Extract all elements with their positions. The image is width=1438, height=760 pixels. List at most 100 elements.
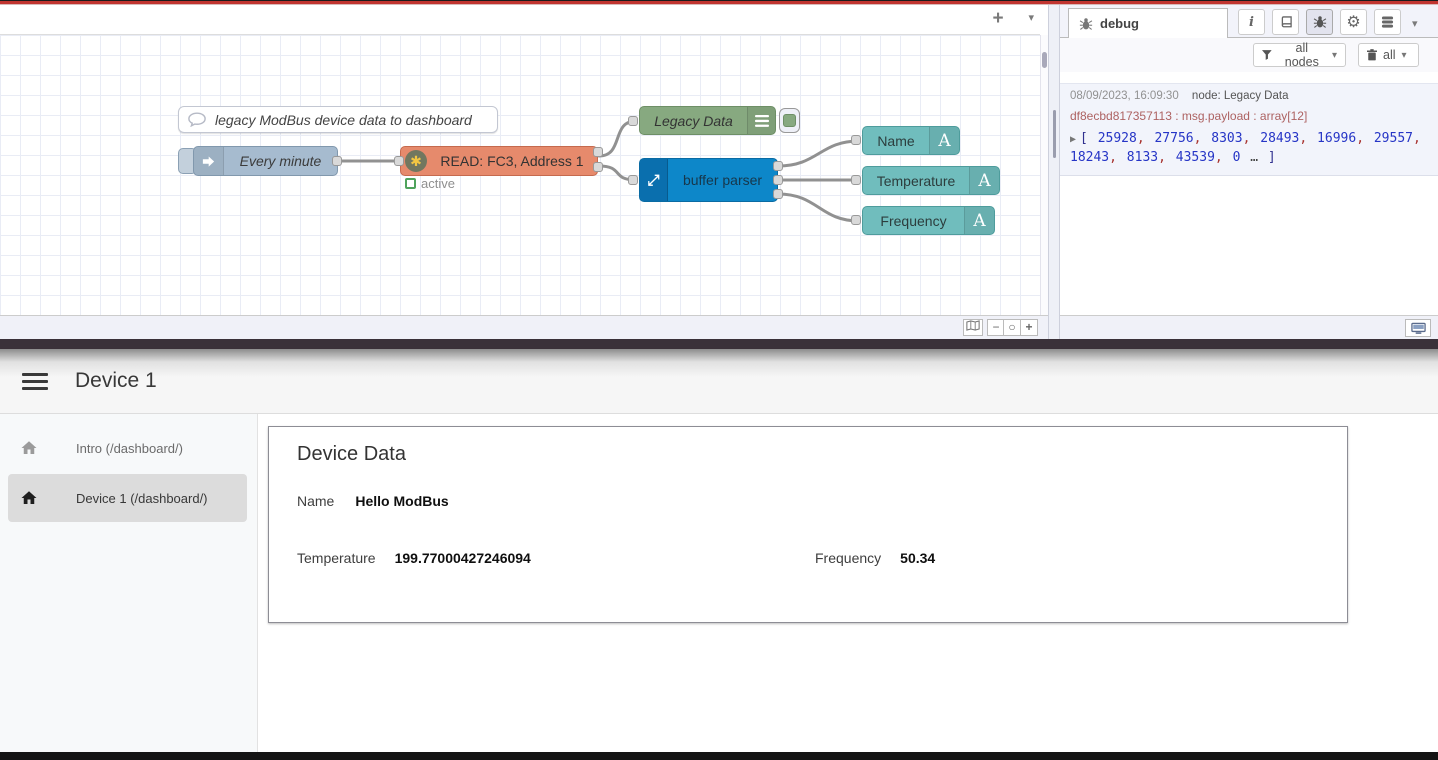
sidebar-item-label: Device 1 (/dashboard/) bbox=[76, 491, 208, 506]
input-port[interactable] bbox=[851, 215, 861, 225]
comment-node[interactable]: legacy ModBus device data to dashboard bbox=[178, 106, 498, 133]
debug-tab-button[interactable] bbox=[1306, 9, 1333, 35]
output-port[interactable] bbox=[773, 175, 783, 185]
scrollbar-thumb[interactable] bbox=[1042, 52, 1047, 68]
input-port[interactable] bbox=[394, 156, 404, 166]
output-port[interactable] bbox=[332, 156, 342, 166]
monitor-icon bbox=[1411, 322, 1426, 335]
config-tab-button[interactable]: ⚙ bbox=[1340, 9, 1367, 35]
menu-hamburger-icon[interactable] bbox=[22, 373, 48, 390]
sidebar-item-intro[interactable]: Intro (/dashboard/) bbox=[8, 424, 247, 472]
open-bracket: [ bbox=[1080, 131, 1088, 146]
debug-source-node: node: Legacy Data bbox=[1192, 90, 1289, 102]
text-a-icon: A bbox=[969, 167, 999, 194]
payload-comma: , bbox=[1215, 150, 1233, 165]
context-tab-button[interactable] bbox=[1374, 9, 1401, 35]
sidebar-resize-handle[interactable] bbox=[1048, 5, 1060, 339]
output-port[interactable] bbox=[593, 147, 603, 157]
sidebar-item-device-1[interactable]: Device 1 (/dashboard/) bbox=[8, 474, 247, 522]
sidebar-tabbar: debug i ⚙ ▾ bbox=[1060, 5, 1438, 38]
bug-icon bbox=[1079, 17, 1093, 31]
funnel-icon bbox=[1262, 50, 1272, 60]
output-port[interactable] bbox=[593, 162, 603, 172]
status-square-icon bbox=[405, 178, 416, 189]
field-frequency: Frequency50.34 bbox=[815, 550, 935, 566]
resize-grip[interactable] bbox=[1053, 110, 1056, 158]
field-value: 50.34 bbox=[900, 550, 935, 566]
output-port[interactable] bbox=[773, 189, 783, 199]
tab-debug-label: debug bbox=[1100, 16, 1139, 31]
filter-nodes-button[interactable]: all nodes ▾ bbox=[1253, 43, 1346, 67]
modbus-status: active bbox=[405, 176, 455, 191]
inject-node[interactable]: Every minute bbox=[193, 146, 338, 176]
debug-message-list: 08/09/2023, 16:09:30 node: Legacy Data d… bbox=[1060, 72, 1438, 315]
info-icon: i bbox=[1249, 15, 1254, 30]
wire[interactable] bbox=[778, 141, 859, 166]
wire[interactable] bbox=[599, 121, 636, 156]
comment-label: legacy ModBus device data to dashboard bbox=[215, 112, 472, 128]
zoom-in-button[interactable]: + bbox=[1020, 319, 1038, 336]
payload-number: 43539 bbox=[1176, 150, 1215, 165]
inject-arrow-icon bbox=[194, 147, 224, 175]
expand-triangle-icon[interactable]: ▶ bbox=[1070, 134, 1076, 145]
tab-debug[interactable]: debug bbox=[1068, 8, 1228, 38]
input-port[interactable] bbox=[628, 116, 638, 126]
output-port[interactable] bbox=[773, 161, 783, 171]
modbus-read-node[interactable]: ✱ READ: FC3, Address 1 bbox=[400, 146, 598, 176]
buffer-parser-node[interactable]: ⤢ buffer parser bbox=[639, 158, 778, 202]
zoom-reset-button[interactable]: ○ bbox=[1003, 319, 1021, 336]
input-port[interactable] bbox=[628, 175, 638, 185]
parser-node-label: buffer parser bbox=[668, 172, 777, 188]
input-port[interactable] bbox=[851, 175, 861, 185]
wire[interactable] bbox=[778, 194, 859, 221]
editor-footer: − ○ + bbox=[0, 315, 1048, 339]
ui-text-node-name[interactable]: Name A bbox=[862, 126, 960, 155]
filter-nodes-label: all nodes bbox=[1278, 41, 1326, 69]
payload-comma: , bbox=[1243, 131, 1261, 146]
add-flow-button[interactable]: + bbox=[986, 7, 1010, 31]
flow-canvas[interactable]: legacy ModBus device data to dashboard E… bbox=[0, 35, 1040, 315]
debug-enable-toggle[interactable] bbox=[779, 108, 800, 133]
payload-comma: , bbox=[1137, 131, 1155, 146]
debug-timestamp: 08/09/2023, 16:09:30 bbox=[1070, 90, 1179, 102]
navigator-map-button[interactable] bbox=[963, 319, 983, 336]
debug-node-legacy-data[interactable]: Legacy Data bbox=[639, 106, 776, 135]
debug-node-label: Legacy Data bbox=[640, 113, 747, 129]
field-value: 199.77000427246094 bbox=[395, 550, 531, 566]
card-title: Device Data bbox=[297, 443, 406, 466]
node-red-dashboard: Device 1 Intro (/dashboard/) Device 1 (/… bbox=[0, 349, 1438, 752]
info-tab-button[interactable]: i bbox=[1238, 9, 1265, 35]
ui-node-label: Name bbox=[863, 133, 929, 149]
debug-message[interactable]: 08/09/2023, 16:09:30 node: Legacy Data d… bbox=[1060, 83, 1438, 176]
text-a-icon: A bbox=[964, 207, 994, 234]
ui-text-node-temperature[interactable]: Temperature A bbox=[862, 166, 1000, 195]
payload-number: 27756 bbox=[1154, 131, 1193, 146]
home-icon bbox=[20, 439, 38, 457]
workspace-column: + ▾ legacy ModBus device data to dashboa… bbox=[0, 5, 1048, 339]
field-value: Hello ModBus bbox=[355, 493, 448, 509]
canvas-scrollbar[interactable] bbox=[1040, 35, 1048, 315]
open-debug-window-button[interactable] bbox=[1405, 319, 1431, 337]
payload-number: 28493 bbox=[1260, 131, 1299, 146]
ui-text-node-frequency[interactable]: Frequency A bbox=[862, 206, 995, 235]
payload-comma: , bbox=[1299, 131, 1317, 146]
inject-node-label: Every minute bbox=[224, 153, 337, 169]
clear-messages-button[interactable]: all ▾ bbox=[1358, 43, 1419, 67]
modbus-node-label: READ: FC3, Address 1 bbox=[427, 153, 597, 169]
trash-icon bbox=[1367, 49, 1377, 61]
dashboard-header: Device 1 bbox=[0, 349, 1438, 414]
debug-payload[interactable]: ▶[ 25928, 27756, 8303, 28493, 16996, 295… bbox=[1070, 130, 1428, 167]
payload-comma: , bbox=[1158, 150, 1176, 165]
debug-footer bbox=[1060, 315, 1438, 339]
window-separator bbox=[0, 339, 1438, 349]
payload-comma: , bbox=[1194, 131, 1212, 146]
payload-number: 29557 bbox=[1374, 131, 1413, 146]
help-tab-button[interactable] bbox=[1272, 9, 1299, 35]
payload-number: 8133 bbox=[1127, 150, 1158, 165]
dashboard-body: Intro (/dashboard/) Device 1 (/dashboard… bbox=[0, 414, 1438, 752]
dashboard-main: Device Data NameHello ModBus Temperature… bbox=[258, 414, 1438, 752]
input-port[interactable] bbox=[851, 135, 861, 145]
flow-list-caret-icon[interactable]: ▾ bbox=[1028, 11, 1034, 24]
sidebar-menu-caret-icon[interactable]: ▾ bbox=[1412, 17, 1418, 30]
chevron-down-icon: ▾ bbox=[1402, 50, 1407, 61]
